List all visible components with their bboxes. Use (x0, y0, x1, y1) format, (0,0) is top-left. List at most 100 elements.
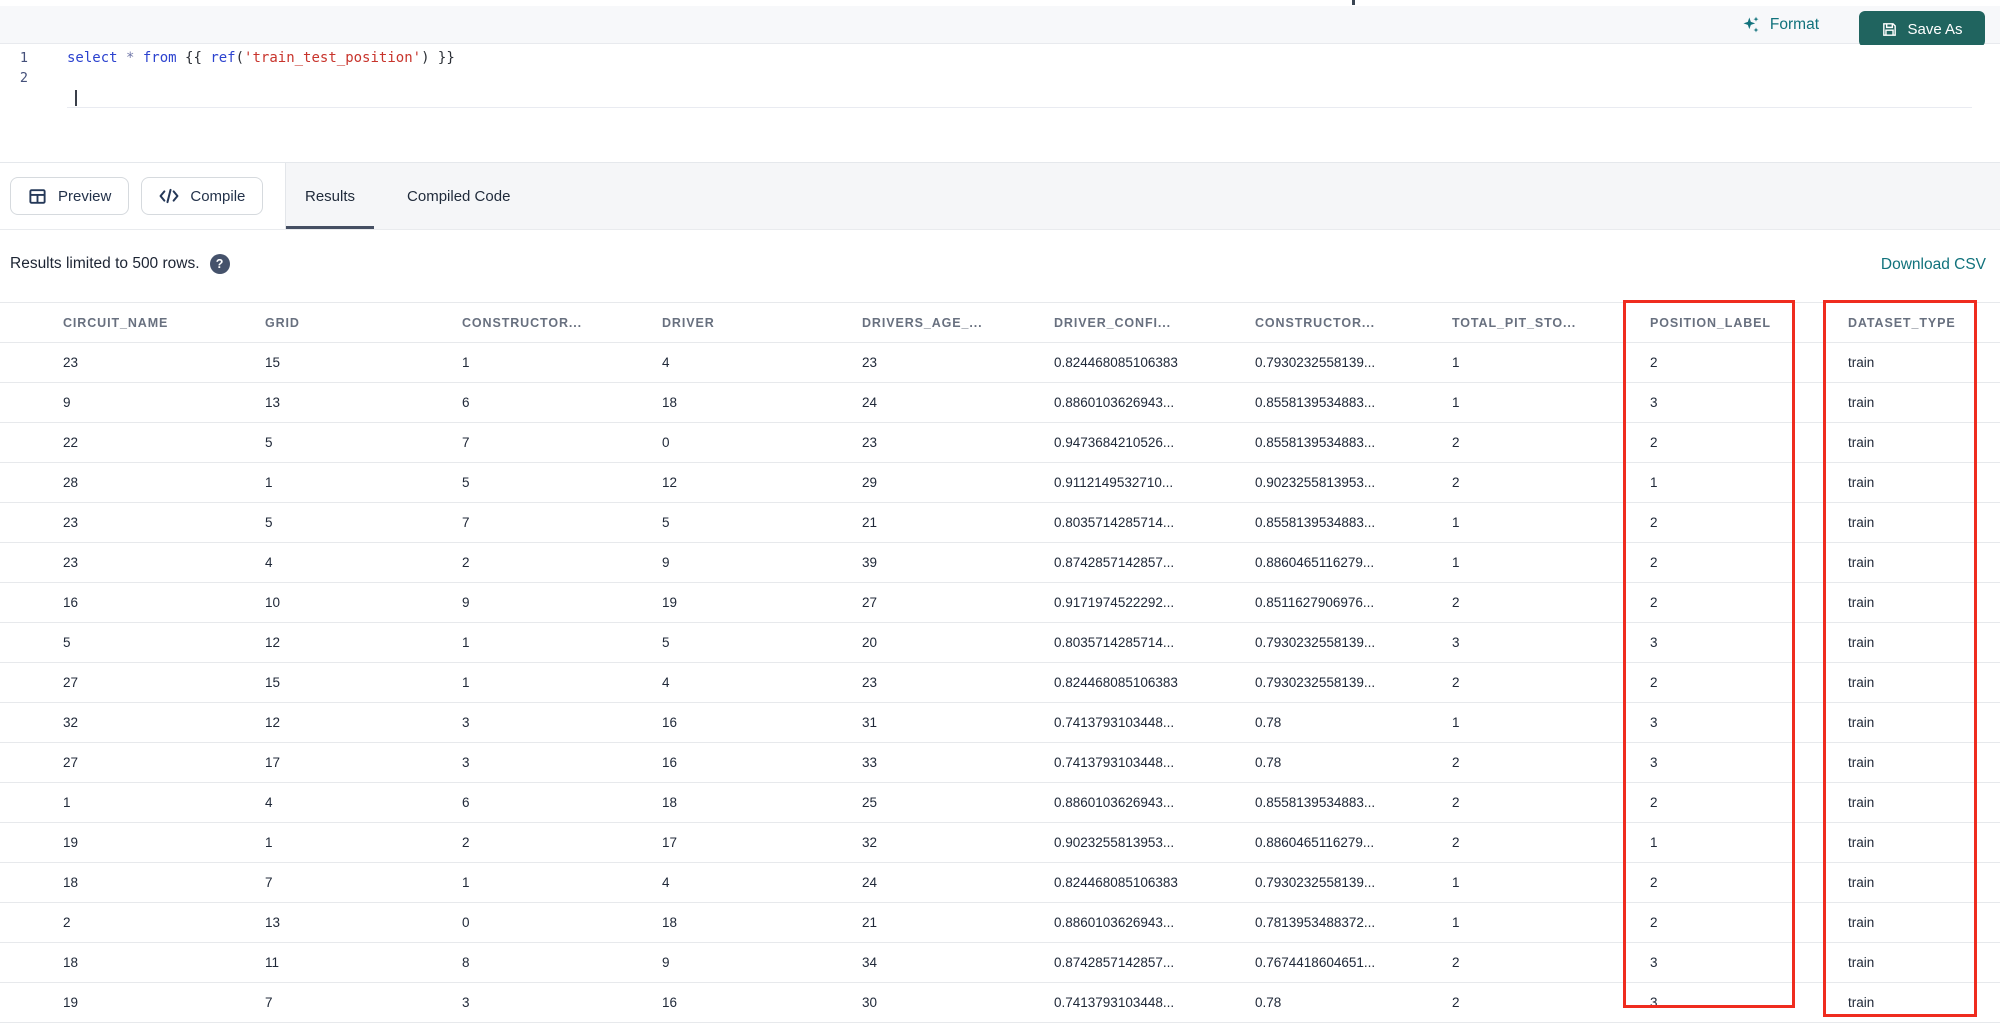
code-token-keyword: select (67, 50, 118, 66)
tab-compiled-code[interactable]: Compiled Code (388, 163, 529, 229)
cell-total-pit-sto: 1 (1452, 542, 1650, 583)
cell-constructor: 0.8558139534883... (1255, 502, 1452, 543)
column-header-constructor[interactable]: CONSTRUCTOR... (462, 302, 662, 343)
cell-dataset-type: train (1848, 342, 2000, 383)
cell-grid: 4 (265, 542, 462, 583)
cell-drivers-age: 32 (862, 822, 1054, 863)
table-row: 2 13 0 18 21 0.8860103626943... 0.781395348837… (0, 902, 2000, 943)
cell-position-label: 2 (1650, 542, 1848, 583)
cell-dataset-type: train (1848, 622, 2000, 663)
cell-circuit-name: 18 (63, 862, 265, 903)
cell-total-pit-sto: 1 (1452, 862, 1650, 903)
table-row: 19 7 3 16 30 0.7413793103448... 0.78 2 3 train (0, 982, 2000, 1023)
cell-constructor: 1 (462, 622, 662, 663)
table-row: 27 17 3 16 33 0.7413793103448... 0.78 2 3 train (0, 742, 2000, 783)
table-row: 19 1 2 17 32 0.9023255813953... 0.886046511627… (0, 822, 2000, 863)
cell-constructor: 5 (462, 462, 662, 503)
cell-drivers-age: 24 (862, 382, 1054, 423)
cell-drivers-age: 39 (862, 542, 1054, 583)
cell-drivers-age: 23 (862, 422, 1054, 463)
table-row: 16 10 9 19 27 0.9171974522292... 0.85116279069… (0, 582, 2000, 623)
tab-results[interactable]: Results (286, 163, 375, 229)
cell-circuit-name: 28 (63, 462, 265, 503)
action-strip: Preview Compile Results Compiled Code (0, 162, 2000, 230)
cell-circuit-name: 19 (63, 822, 265, 863)
column-header-total-pit-sto[interactable]: TOTAL_PIT_STO... (1452, 302, 1650, 343)
cell-constructor: 1 (462, 662, 662, 703)
preview-button[interactable]: Preview (10, 177, 130, 215)
cell-dataset-type: train (1848, 502, 2000, 543)
row-gutter-cell (0, 342, 63, 383)
cell-drivers-age: 20 (862, 622, 1054, 663)
tab-edge-marker (1352, 0, 1355, 5)
row-gutter-cell (0, 822, 63, 863)
save-as-button[interactable]: Save As (1859, 11, 1985, 47)
cell-driver: 12 (662, 462, 862, 503)
cell-constructor: 7 (462, 422, 662, 463)
cell-dataset-type: train (1848, 742, 2000, 783)
cell-constructor: 0.8558139534883... (1255, 782, 1452, 823)
cell-dataset-type: train (1848, 582, 2000, 623)
row-gutter-cell (0, 662, 63, 703)
cell-drivers-age: 21 (862, 502, 1054, 543)
cell-grid: 17 (265, 742, 462, 783)
cell-dataset-type: train (1848, 982, 2000, 1023)
cell-grid: 4 (265, 782, 462, 823)
cell-total-pit-sto: 2 (1452, 582, 1650, 623)
cell-total-pit-sto: 1 (1452, 902, 1650, 943)
column-header-constructor[interactable]: CONSTRUCTOR... (1255, 302, 1452, 343)
cell-circuit-name: 5 (63, 622, 265, 663)
column-header-drivers-age[interactable]: DRIVERS_AGE_... (862, 302, 1054, 343)
save-icon (1881, 21, 1898, 38)
download-csv-link[interactable]: Download CSV (1881, 256, 1986, 274)
cell-position-label: 3 (1650, 942, 1848, 983)
editor-line-1[interactable]: 1 select * from {{ ref('train_test_posit… (0, 48, 2000, 68)
row-gutter-cell (0, 942, 63, 983)
column-header-position-label[interactable]: POSITION_LABEL (1650, 302, 1848, 343)
column-header-driver[interactable]: DRIVER (662, 302, 862, 343)
row-gutter-cell (0, 622, 63, 663)
help-icon[interactable]: ? (209, 254, 230, 274)
column-header-driver-confi[interactable]: DRIVER_CONFI... (1054, 302, 1255, 343)
compile-button[interactable]: Compile (141, 177, 264, 215)
cell-position-label: 2 (1650, 662, 1848, 703)
cell-drivers-age: 25 (862, 782, 1054, 823)
preview-button-label: Preview (58, 187, 112, 205)
cell-grid: 12 (265, 622, 462, 663)
column-header-circuit-name[interactable]: CIRCUIT_NAME (63, 302, 265, 343)
cell-position-label: 2 (1650, 862, 1848, 903)
format-button[interactable]: Format (1741, 12, 1819, 38)
cell-circuit-name: 19 (63, 982, 265, 1023)
column-header-grid[interactable]: GRID (265, 302, 462, 343)
cell-grid: 13 (265, 382, 462, 423)
cell-dataset-type: train (1848, 422, 2000, 463)
cell-driver: 4 (662, 342, 862, 383)
row-gutter-cell (0, 782, 63, 823)
sql-editor[interactable]: 1 select * from {{ ref('train_test_posit… (0, 45, 2000, 162)
compile-button-label: Compile (190, 187, 246, 205)
cell-dataset-type: train (1848, 822, 2000, 863)
cell-grid: 5 (265, 502, 462, 543)
column-header-dataset-type[interactable]: DATASET_TYPE (1848, 302, 2000, 343)
row-gutter-cell (0, 742, 63, 783)
cell-driver-confi: 0.9112149532710... (1054, 462, 1255, 503)
cell-position-label: 2 (1650, 422, 1848, 463)
cell-position-label: 3 (1650, 622, 1848, 663)
row-gutter-cell (0, 502, 63, 543)
cell-constructor: 0.7930232558139... (1255, 342, 1452, 383)
editor-line-2[interactable]: 2 (0, 68, 2000, 88)
cell-position-label: 2 (1650, 342, 1848, 383)
cell-constructor: 0.8558139534883... (1255, 422, 1452, 463)
cell-total-pit-sto: 2 (1452, 822, 1650, 863)
cell-dataset-type: train (1848, 862, 2000, 903)
cell-total-pit-sto: 2 (1452, 942, 1650, 983)
cell-total-pit-sto: 1 (1452, 382, 1650, 423)
cell-drivers-age: 30 (862, 982, 1054, 1023)
sparkles-icon (1741, 15, 1761, 35)
row-gutter-cell (0, 582, 63, 623)
cell-circuit-name: 2 (63, 902, 265, 943)
cell-constructor: 0 (462, 902, 662, 943)
cell-constructor: 0.7813953488372... (1255, 902, 1452, 943)
cell-constructor: 3 (462, 982, 662, 1023)
cell-total-pit-sto: 1 (1452, 702, 1650, 743)
